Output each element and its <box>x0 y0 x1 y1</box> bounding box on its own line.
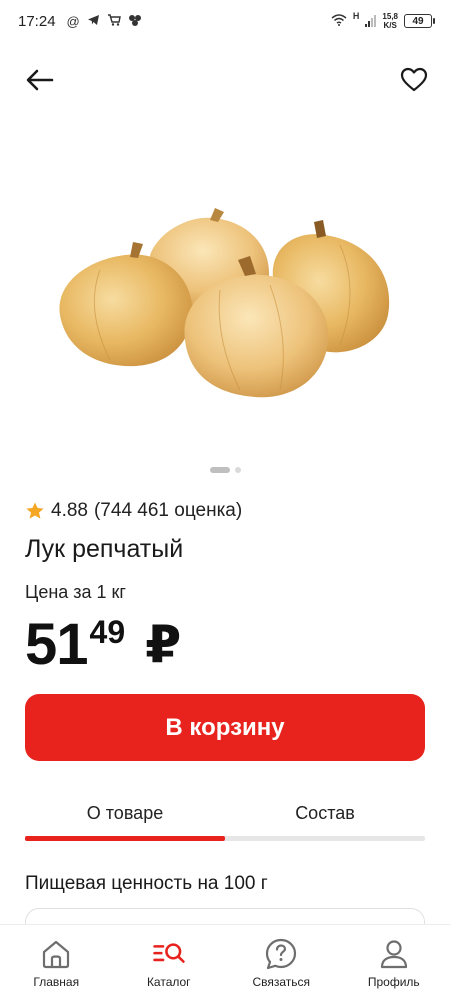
product-title: Лук репчатый <box>25 535 184 563</box>
tab-active-indicator <box>25 836 225 841</box>
nav-item-catalog[interactable]: Каталог <box>113 925 226 1000</box>
price-currency: ₽ <box>145 616 182 674</box>
onion-image <box>59 208 390 398</box>
battery-icon: 49 <box>404 14 435 28</box>
tab-about[interactable]: О товаре <box>25 795 225 831</box>
telegram-icon <box>87 14 100 28</box>
nav-item-contact[interactable]: Связаться <box>225 925 338 1000</box>
nav-item-profile[interactable]: Профиль <box>338 925 450 1000</box>
home-icon <box>39 937 73 971</box>
help-chat-icon <box>264 937 298 971</box>
nav-label-home: Главная <box>33 975 80 989</box>
wifi-icon <box>331 14 347 28</box>
price-rubles: 51 <box>25 612 89 677</box>
image-pager <box>0 467 450 473</box>
profile-icon <box>377 937 411 971</box>
rating-count: (744 461 оценка) <box>93 500 243 521</box>
tab-composition[interactable]: Состав <box>225 795 425 831</box>
cart-notification-icon <box>107 14 121 28</box>
net-speed-value: 15,8 <box>382 12 398 21</box>
nav-label-catalog: Каталог <box>146 975 191 989</box>
pager-dot[interactable] <box>234 467 241 473</box>
add-to-cart-button[interactable]: В корзину <box>25 694 425 761</box>
status-bar: 17:24 @ H 15,8 K/S 49 <box>0 0 450 42</box>
product-tabs: О товаре Состав <box>25 795 425 845</box>
nav-item-home[interactable]: Главная <box>0 925 113 1000</box>
price-unit-label: Цена за 1 кг <box>25 582 126 602</box>
price-kopecks: 49 <box>89 614 126 650</box>
favorite-button[interactable] <box>394 60 434 100</box>
catalog-search-icon <box>152 937 186 971</box>
bottom-nav: Главная Каталог Связаться Профиль <box>0 924 450 1000</box>
nutrition-title: Пищевая ценность на 100 г <box>25 873 268 894</box>
status-time: 17:24 <box>18 12 56 30</box>
product-image[interactable] <box>40 190 410 410</box>
at-icon: @ <box>66 13 80 29</box>
star-icon <box>26 502 44 519</box>
pager-dot-active[interactable] <box>209 467 230 473</box>
app-notification-icon <box>128 14 142 28</box>
heart-icon <box>400 67 428 92</box>
network-type: H <box>352 11 360 21</box>
signal-icon <box>365 15 377 27</box>
net-speed-unit: K/S <box>383 21 397 30</box>
arrow-left-icon <box>26 69 54 91</box>
product-rating[interactable]: 4.88 (744 461 оценка) <box>25 500 242 522</box>
product-price: 51 49 ₽ <box>25 612 181 678</box>
nav-label-profile: Профиль <box>367 975 420 989</box>
net-speed: 15,8 K/S <box>382 12 398 30</box>
rating-value: 4.88 <box>51 500 88 521</box>
nav-label-contact: Связаться <box>252 975 311 989</box>
back-button[interactable] <box>20 60 60 100</box>
battery-level: 49 <box>412 15 424 27</box>
